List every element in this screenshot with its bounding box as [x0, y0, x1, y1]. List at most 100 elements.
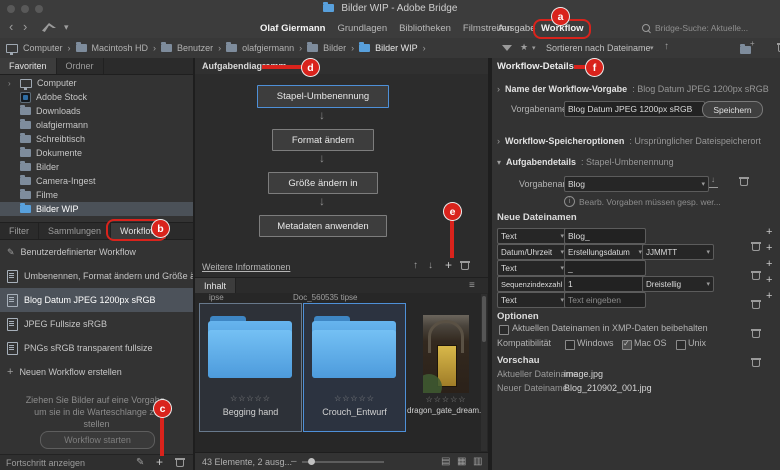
- tree-item-adobe-stock[interactable]: Adobe Stock: [0, 90, 193, 104]
- remove-rule-icon[interactable]: [752, 358, 760, 368]
- tree-item-filme[interactable]: Filme: [0, 188, 193, 202]
- windows-label[interactable]: Windows: [577, 338, 614, 348]
- add-rule-icon[interactable]: +: [766, 258, 772, 270]
- flow-step-stapel-umbenennung[interactable]: Stapel-Umbenennung: [257, 85, 389, 108]
- tab-filter[interactable]: Filter: [0, 223, 39, 239]
- workspace-olaf-giermann[interactable]: Olaf Giermann: [260, 23, 325, 34]
- content-scrollbar[interactable]: [481, 294, 487, 451]
- view-grid-icon[interactable]: ▤: [441, 456, 450, 467]
- tree-item-olafgiermann[interactable]: olafgiermann: [0, 118, 193, 132]
- breadcrumb-macintosh-hd[interactable]: Macintosh HD: [92, 43, 149, 53]
- tree-item-camera-ingest[interactable]: Camera-Ingest: [0, 174, 193, 188]
- workflow-item-umbenennen[interactable]: Umbenennen, Format ändern und Größe ände…: [0, 264, 193, 288]
- back-icon[interactable]: ‹: [9, 19, 13, 34]
- workspace-grundlagen[interactable]: Grundlagen: [337, 23, 387, 34]
- step-up-icon[interactable]: ↑: [413, 260, 418, 271]
- workflow-item-jpeg-fullsize[interactable]: JPEG Fullsize sRGB: [0, 312, 193, 336]
- delete-workflow-icon[interactable]: [176, 458, 184, 468]
- sort-ascending-icon[interactable]: ↑: [664, 41, 669, 52]
- unix-label[interactable]: Unix: [688, 338, 706, 348]
- rule-type-select[interactable]: Text▾: [497, 228, 568, 244]
- remove-rule-icon[interactable]: [752, 242, 760, 252]
- workflow-item-custom[interactable]: ✎Benutzerdefinierter Workflow: [0, 240, 193, 264]
- scrollbar-thumb[interactable]: [482, 296, 486, 342]
- workflow-item-blog-datum[interactable]: Blog Datum JPEG 1200px sRGB: [0, 288, 193, 312]
- thumbnail-begging-hand[interactable]: ☆☆☆☆☆ Begging hand: [199, 303, 302, 432]
- flow-step-groesse-aendern[interactable]: Größe ändern in: [268, 172, 378, 194]
- tab-favoriten[interactable]: Favoriten: [0, 58, 57, 74]
- save-preset-icon[interactable]: [709, 178, 718, 188]
- thumbnail-dragon-gate[interactable]: ☆☆☆☆☆ dragon_gate_dream.tif: [407, 307, 485, 430]
- add-rule-icon[interactable]: +: [766, 242, 772, 254]
- edit-workflow-icon[interactable]: ✎: [136, 457, 144, 468]
- workflow-item-new[interactable]: +Neuen Workflow erstellen: [0, 360, 193, 384]
- rule-format-select[interactable]: JJMMTT▾: [642, 244, 714, 260]
- section-storage[interactable]: › Workflow-Speicheroptionen : Ursprüngli…: [497, 136, 761, 146]
- tree-item-dokumente[interactable]: Dokumente: [0, 146, 193, 160]
- breadcrumb-benutzer[interactable]: Benutzer: [177, 43, 213, 53]
- add-rule-icon[interactable]: +: [766, 274, 772, 286]
- vorgabename-input[interactable]: Blog Datum JPEG 1200px sRGB: [564, 101, 705, 117]
- rule-type-select[interactable]: Datum/Uhrzeit▾: [497, 244, 568, 260]
- macos-label[interactable]: Mac OS: [634, 338, 667, 348]
- delete-preset-icon[interactable]: [740, 177, 748, 187]
- refine-icon[interactable]: ▾: [64, 22, 69, 33]
- rule-value-select[interactable]: Erstellungsdatum▾: [564, 244, 646, 260]
- flow-step-format-aendern[interactable]: Format ändern: [272, 129, 374, 151]
- windows-checkbox[interactable]: [565, 340, 575, 350]
- add-workflow-icon[interactable]: +: [156, 455, 163, 469]
- rating-stars[interactable]: ☆☆☆☆☆: [304, 394, 405, 403]
- thumbnail-crouch-entwurf[interactable]: ☆☆☆☆☆ Crouch_Entwurf: [303, 303, 406, 432]
- sort-caret-icon[interactable]: ▾: [650, 44, 654, 52]
- start-workflow-button[interactable]: Workflow starten: [40, 431, 155, 449]
- tree-item-downloads[interactable]: Downloads: [0, 104, 193, 118]
- filter-icon[interactable]: [502, 45, 512, 51]
- zoom-out-icon[interactable]: –: [291, 456, 297, 467]
- tab-inhalt[interactable]: Inhalt: [195, 278, 236, 293]
- speichern-button[interactable]: Speichern: [702, 101, 763, 118]
- add-rule-icon[interactable]: +: [766, 226, 772, 238]
- content-menu-icon[interactable]: ≡: [469, 280, 475, 291]
- tree-item-schreibtisch[interactable]: Schreibtisch: [0, 132, 193, 146]
- rule-text-input[interactable]: _: [564, 260, 646, 276]
- section-task-details[interactable]: ▾ Aufgabendetails : Stapel-Umbenennung: [497, 157, 674, 167]
- tree-item-bilder[interactable]: Bilder: [0, 160, 193, 174]
- more-info-link[interactable]: Weitere Informationen: [202, 262, 290, 272]
- rule-text-input[interactable]: Blog_: [564, 228, 646, 244]
- rule-type-select[interactable]: Sequenzindexzahl▾: [497, 276, 568, 292]
- tab-ordner[interactable]: Ordner: [57, 58, 104, 74]
- slider-knob[interactable]: [308, 458, 315, 465]
- rule-type-select[interactable]: Text▾: [497, 260, 568, 276]
- add-step-icon[interactable]: +: [445, 258, 452, 272]
- delete-step-icon[interactable]: [461, 261, 469, 271]
- rating-stars[interactable]: ☆☆☆☆☆: [200, 394, 301, 403]
- remove-rule-icon[interactable]: [752, 271, 760, 281]
- add-rule-icon[interactable]: +: [766, 290, 772, 302]
- xmp-checkbox[interactable]: [499, 325, 509, 335]
- workspace-bibliotheken[interactable]: Bibliotheken: [399, 23, 451, 34]
- tree-item-bilder-wip[interactable]: Bilder WIP: [0, 202, 193, 216]
- rule-number-input[interactable]: 1: [564, 276, 646, 292]
- macos-checkbox[interactable]: [622, 340, 632, 350]
- tab-sammlungen[interactable]: Sammlungen: [39, 223, 111, 239]
- rule-digits-select[interactable]: Dreistellig▾: [642, 276, 714, 292]
- rule-type-select[interactable]: Text▾: [497, 292, 568, 308]
- breadcrumb-bilder[interactable]: Bilder: [323, 43, 346, 53]
- preset-select[interactable]: Blog▾: [564, 176, 709, 192]
- flow-step-metadaten[interactable]: Metadaten anwenden: [259, 215, 387, 237]
- tree-item-computer[interactable]: ›Computer: [0, 76, 193, 90]
- workspace-ausgabe[interactable]: Ausgabe: [498, 23, 536, 34]
- new-folder-plus-icon[interactable]: +: [750, 39, 755, 48]
- search-input[interactable]: Bridge-Suche: Aktuelle...: [642, 21, 776, 35]
- remove-rule-icon[interactable]: [752, 300, 760, 310]
- view-list-icon[interactable]: ▥: [473, 456, 482, 467]
- progress-label[interactable]: Fortschritt anzeigen: [6, 458, 85, 468]
- breadcrumb-computer[interactable]: Computer: [23, 43, 63, 53]
- xmp-checkbox-label[interactable]: Aktuellen Dateinamen in XMP-Daten beibeh…: [512, 323, 708, 333]
- star-filter-caret-icon[interactable]: ▾: [532, 44, 536, 52]
- workflow-item-pngs[interactable]: PNGs sRGB transparent fullsize: [0, 336, 193, 360]
- view-details-icon[interactable]: ▦: [457, 456, 466, 467]
- remove-rule-icon[interactable]: [752, 329, 760, 339]
- unix-checkbox[interactable]: [676, 340, 686, 350]
- step-down-icon[interactable]: ↓: [428, 260, 433, 271]
